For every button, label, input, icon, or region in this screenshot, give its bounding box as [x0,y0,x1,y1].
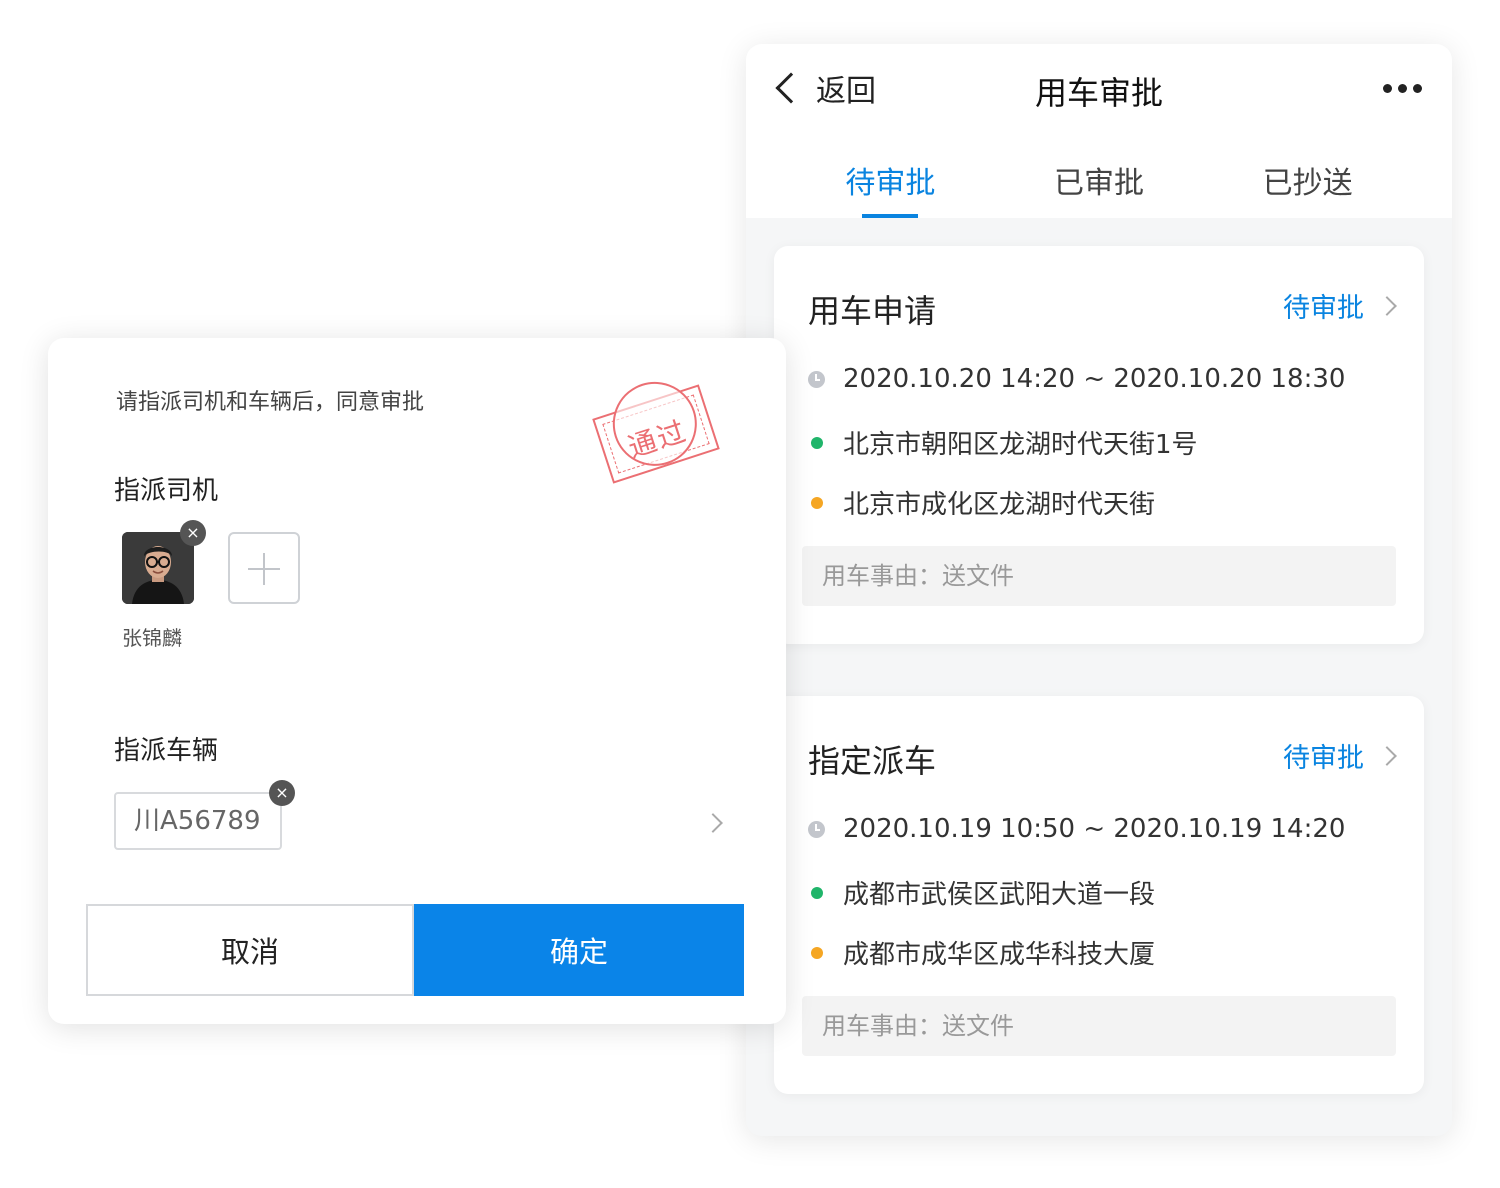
approval-card[interactable]: 用车申请 待审批 2020.10.20 14:20 ~ 2020.10.20 1… [774,246,1424,644]
time-row: 2020.10.20 14:20 ~ 2020.10.20 18:30 [808,364,1345,394]
end-address: 北京市成化区龙湖时代天街 [843,490,1156,520]
reason-box: 用车事由：送文件 [802,996,1396,1056]
page-title: 用车审批 [1034,74,1163,112]
nav-bar: 返回 用车审批 [746,44,1452,130]
time-range: 2020.10.20 14:20 ~ 2020.10.20 18:30 [843,364,1346,394]
reason-box: 用车事由：送文件 [802,546,1396,606]
avatar [122,532,194,604]
status-label: 待审批 [1283,743,1364,774]
tab-bar: 待审批 已审批 已抄送 [746,130,1452,218]
end-dot-icon [811,496,823,509]
start-row: 北京市朝阳区龙湖时代天街1号 [808,424,1198,461]
driver-section-label: 指派司机 [114,476,219,506]
end-row: 北京市成化区龙湖时代天街 [808,484,1155,521]
start-address: 北京市朝阳区龙湖时代天街1号 [843,430,1198,460]
start-address: 成都市武侯区武阳大道一段 [843,880,1156,910]
clock-icon [808,820,825,838]
start-row: 成都市武侯区武阳大道一段 [808,874,1155,911]
stage: 返回 用车审批 待审批 已审批 已抄送 用车申请 待审批 2020.10.20 … [0,0,1500,1188]
tab-pending[interactable]: 待审批 [800,130,980,218]
start-dot-icon [811,436,823,449]
dialog-hint: 请指派司机和车辆后，同意审批 [116,390,425,415]
remove-driver-button[interactable]: × [180,520,206,546]
tab-approved[interactable]: 已审批 [1009,130,1189,218]
vehicle-plate-chip[interactable]: 川A56789 [114,792,282,850]
approval-card[interactable]: 指定派车 待审批 2020.10.19 10:50 ~ 2020.10.19 1… [774,696,1424,1094]
start-dot-icon [811,886,823,899]
clock-icon [808,370,825,388]
status-label: 待审批 [1283,293,1364,324]
time-row: 2020.10.19 10:50 ~ 2020.10.19 14:20 [808,814,1345,844]
vehicle-section-label: 指派车辆 [114,736,219,766]
add-driver-button[interactable] [228,532,300,604]
driver-chip: × [122,520,206,604]
approved-stamp-icon: 通过 [592,370,720,484]
card-status-link[interactable]: 待审批 [1283,736,1397,775]
chevron-right-icon [1377,745,1397,766]
end-row: 成都市成华区成华科技大厦 [808,934,1155,971]
cancel-button[interactable]: 取消 [86,904,414,996]
driver-name: 张锦麟 [122,626,182,650]
card-status-link[interactable]: 待审批 [1283,286,1397,325]
chevron-right-icon[interactable] [703,813,723,833]
end-address: 成都市成华区成华科技大厦 [843,940,1156,970]
card-title: 指定派车 [808,742,937,780]
assign-dialog: 请指派司机和车辆后，同意审批 通过 指派司机 × 张锦麟 指派车辆 川A5678… [48,338,786,1024]
tab-cc[interactable]: 已抄送 [1218,130,1398,218]
chevron-right-icon [1377,295,1397,316]
end-dot-icon [811,946,823,959]
approval-list-panel: 返回 用车审批 待审批 已审批 已抄送 用车申请 待审批 2020.10.20 … [746,44,1452,1136]
time-range: 2020.10.19 10:50 ~ 2020.10.19 14:20 [843,814,1346,844]
card-title: 用车申请 [808,292,937,330]
more-icon[interactable] [1383,84,1422,93]
remove-vehicle-button[interactable]: × [269,780,295,806]
confirm-button[interactable]: 确定 [414,904,744,996]
